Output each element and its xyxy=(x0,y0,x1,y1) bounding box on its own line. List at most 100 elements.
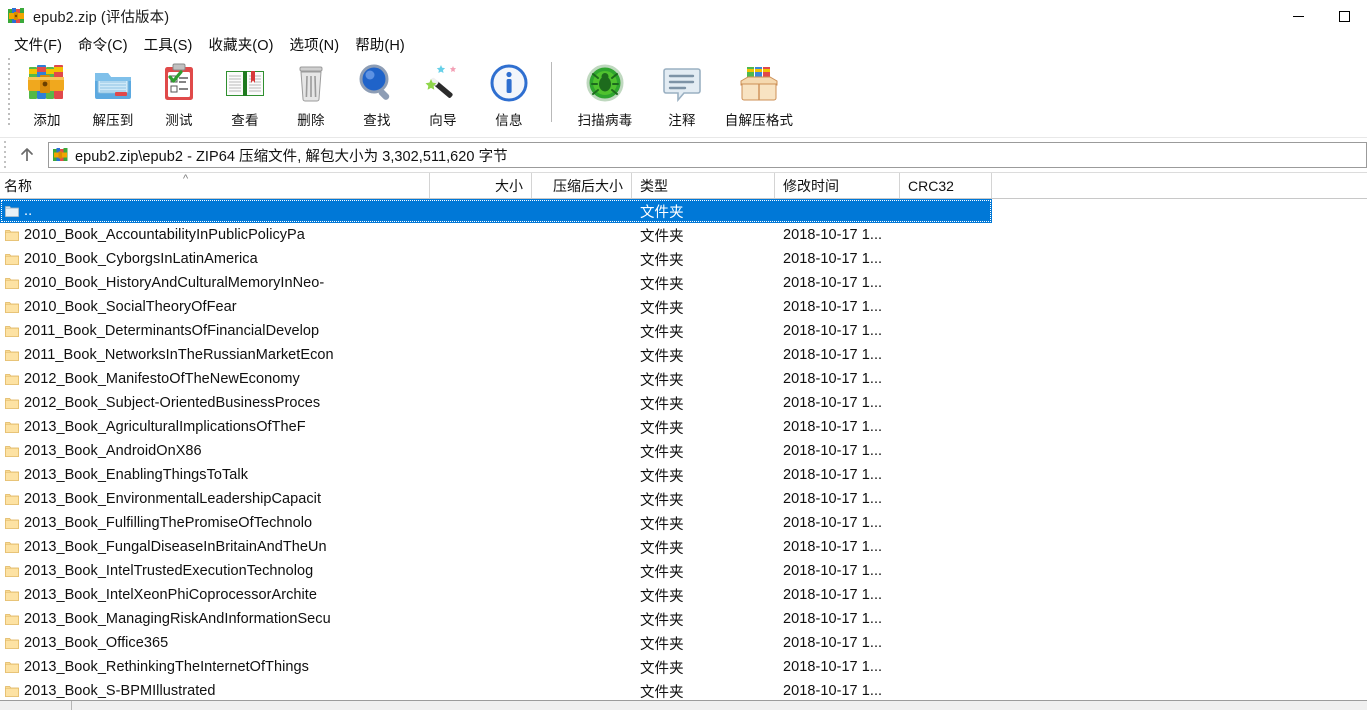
table-row[interactable]: 2012_Book_ManifestoOfTheNewEconomy 文件夹 201… xyxy=(0,367,1367,391)
find-magnifier-icon xyxy=(354,60,400,106)
folder-icon xyxy=(0,685,24,698)
toolbar-grip[interactable] xyxy=(6,58,14,128)
comment-button[interactable]: 注释 xyxy=(649,56,715,130)
cell-name: 2010_Book_CyborgsInLatinAmerica xyxy=(24,251,258,267)
delete-button-label: 删除 xyxy=(297,113,325,128)
table-row[interactable]: 2011_Book_NetworksInTheRussianMarketEcon… xyxy=(0,343,1367,367)
table-row[interactable]: 2013_Book_FulfillingThePromiseOfTechnolo… xyxy=(0,511,1367,535)
maximize-icon[interactable] xyxy=(1321,0,1367,32)
cell-name: 2013_Book_Office365 xyxy=(24,635,169,651)
table-row[interactable]: 2013_Book_IntelTrustedExecutionTechnolog… xyxy=(0,559,1367,583)
table-row[interactable]: 2013_Book_FungalDiseaseInBritainAndTheUn… xyxy=(0,535,1367,559)
cell-name: 2013_Book_AndroidOnX86 xyxy=(24,443,202,459)
address-bar: epub2.zip\epub2 - ZIP64 压缩文件, 解包大小为 3,30… xyxy=(0,138,1367,173)
table-row[interactable]: 2013_Book_AgriculturalImplicationsOfTheF… xyxy=(0,415,1367,439)
cell-name: 2013_Book_IntelTrustedExecutionTechnolog xyxy=(24,563,314,579)
menu-tools[interactable]: 工具(S) xyxy=(136,32,201,57)
extract-to-button[interactable]: 解压到 xyxy=(80,56,146,130)
cell-modified: 2018-10-17 1... xyxy=(783,323,883,339)
delete-button[interactable]: 删除 xyxy=(278,56,344,130)
test-button[interactable]: 测试 xyxy=(146,56,212,130)
extract-to-button-label: 解压到 xyxy=(92,113,134,128)
column-header-filler xyxy=(992,173,1367,198)
view-button[interactable]: 查看 xyxy=(212,56,278,130)
folder-icon xyxy=(0,229,24,242)
table-row[interactable]: 2013_Book_EnablingThingsToTalk 文件夹 2018-10… xyxy=(0,463,1367,487)
cell-modified: 2018-10-17 1... xyxy=(783,491,883,507)
menu-bar: 文件(F) 命令(C) 工具(S) 收藏夹(O) 选项(N) 帮助(H) xyxy=(0,32,1367,56)
table-row[interactable]: 2012_Book_Subject-OrientedBusinessProces… xyxy=(0,391,1367,415)
table-row[interactable]: 2013_Book_S-BPMIllustrated 文件夹 2018-10-17 … xyxy=(0,679,1367,700)
folder-icon xyxy=(0,253,24,266)
table-row[interactable]: 2011_Book_DeterminantsOfFinancialDevelop… xyxy=(0,319,1367,343)
cell-modified: 2018-10-17 1... xyxy=(783,371,883,387)
comment-button-label: 注释 xyxy=(668,113,696,128)
status-bar xyxy=(0,700,1367,710)
cell-modified: 2018-10-17 1... xyxy=(783,251,883,267)
cell-modified: 2018-10-17 1... xyxy=(783,587,883,603)
table-row[interactable]: 2013_Book_EnvironmentalLeadershipCapacit… xyxy=(0,487,1367,511)
table-row[interactable]: 2013_Book_AndroidOnX86 文件夹 2018-10-17 1... xyxy=(0,439,1367,463)
folder-icon xyxy=(0,541,24,554)
minimize-icon[interactable] xyxy=(1275,0,1321,32)
cell-type: 文件夹 xyxy=(640,420,684,437)
cell-type: 文件夹 xyxy=(640,204,684,221)
cell-name: 2013_Book_EnvironmentalLeadershipCapacit xyxy=(24,491,322,507)
cell-type: 文件夹 xyxy=(640,588,684,605)
table-row[interactable]: 2010_Book_SocialTheoryOfFear 文件夹 2018-10-1… xyxy=(0,295,1367,319)
sfx-button[interactable]: 自解压格式 xyxy=(715,56,803,130)
cell-modified: 2018-10-17 1... xyxy=(783,539,883,555)
wizard-wand-icon xyxy=(420,60,466,106)
column-header-crc32[interactable]: CRC32 xyxy=(900,173,992,198)
column-header-size[interactable]: 大小 xyxy=(430,173,532,198)
table-row[interactable]: 2010_Book_CyborgsInLatinAmerica 文件夹 2018-1… xyxy=(0,247,1367,271)
column-header-type[interactable]: 类型 xyxy=(632,173,775,198)
folder-icon xyxy=(0,661,24,674)
menu-help[interactable]: 帮助(H) xyxy=(347,32,413,57)
cell-name: 2012_Book_Subject-OrientedBusinessProces xyxy=(24,395,321,411)
archive-path-field[interactable]: epub2.zip\epub2 - ZIP64 压缩文件, 解包大小为 3,30… xyxy=(48,142,1367,168)
table-row[interactable]: 2013_Book_ManagingRiskAndInformationSecu… xyxy=(0,607,1367,631)
table-row[interactable]: .. 文件夹 xyxy=(0,199,992,223)
column-header-modified[interactable]: 修改时间 xyxy=(775,173,900,198)
table-row[interactable]: 2010_Book_HistoryAndCulturalMemoryInNeo-… xyxy=(0,271,1367,295)
table-row[interactable]: 2013_Book_Office365 文件夹 2018-10-17 1... xyxy=(0,631,1367,655)
extract-to-folder-icon xyxy=(90,60,136,106)
folder-icon xyxy=(0,445,24,458)
address-bar-grip[interactable] xyxy=(2,141,10,169)
cell-name: 2010_Book_HistoryAndCulturalMemoryInNeo- xyxy=(24,275,325,291)
cell-type: 文件夹 xyxy=(640,372,684,389)
wizard-button[interactable]: 向导 xyxy=(410,56,476,130)
folder-icon xyxy=(0,469,24,482)
table-row[interactable]: 2013_Book_IntelXeonPhiCoprocessorArchite… xyxy=(0,583,1367,607)
sfx-button-label: 自解压格式 xyxy=(724,113,794,128)
cell-type: 文件夹 xyxy=(640,324,684,341)
view-book-icon xyxy=(222,60,268,106)
file-list[interactable]: .. 文件夹 2010_Book_AccountabilityInPublicPol… xyxy=(0,199,1367,700)
column-header-name[interactable]: 名称 ^ xyxy=(0,173,430,198)
virus-scan-button[interactable]: 扫描病毒 xyxy=(561,56,649,130)
menu-commands[interactable]: 命令(C) xyxy=(70,32,136,57)
toolbar: 添加 解压到 测试 查看 删除 查找 向导 信息 扫描病毒 注释 自解压格式 xyxy=(0,56,1367,138)
column-headers: 名称 ^ 大小 压缩后大小 类型 修改时间 CRC32 xyxy=(0,173,1367,199)
menu-favorites[interactable]: 收藏夹(O) xyxy=(201,32,282,57)
add-button[interactable]: 添加 xyxy=(14,56,80,130)
info-button[interactable]: 信息 xyxy=(476,56,542,130)
find-button[interactable]: 查找 xyxy=(344,56,410,130)
test-button-label: 测试 xyxy=(165,113,193,128)
cell-type: 文件夹 xyxy=(640,396,684,413)
cell-name: 2013_Book_FungalDiseaseInBritainAndTheUn xyxy=(24,539,327,555)
folder-icon xyxy=(0,565,24,578)
cell-modified: 2018-10-17 1... xyxy=(783,227,883,243)
cell-type: 文件夹 xyxy=(640,252,684,269)
column-header-packed[interactable]: 压缩后大小 xyxy=(532,173,632,198)
up-one-level-button[interactable] xyxy=(10,140,44,170)
cell-modified: 2018-10-17 1... xyxy=(783,419,883,435)
menu-options[interactable]: 选项(N) xyxy=(282,32,348,57)
table-row[interactable]: 2013_Book_RethinkingTheInternetOfThings 文… xyxy=(0,655,1367,679)
folder-icon xyxy=(0,301,24,314)
table-row[interactable]: 2010_Book_AccountabilityInPublicPolicyPa… xyxy=(0,223,1367,247)
cell-type: 文件夹 xyxy=(640,684,684,701)
title-bar: epub2.zip (评估版本) xyxy=(0,0,1367,32)
menu-file[interactable]: 文件(F) xyxy=(6,32,70,57)
